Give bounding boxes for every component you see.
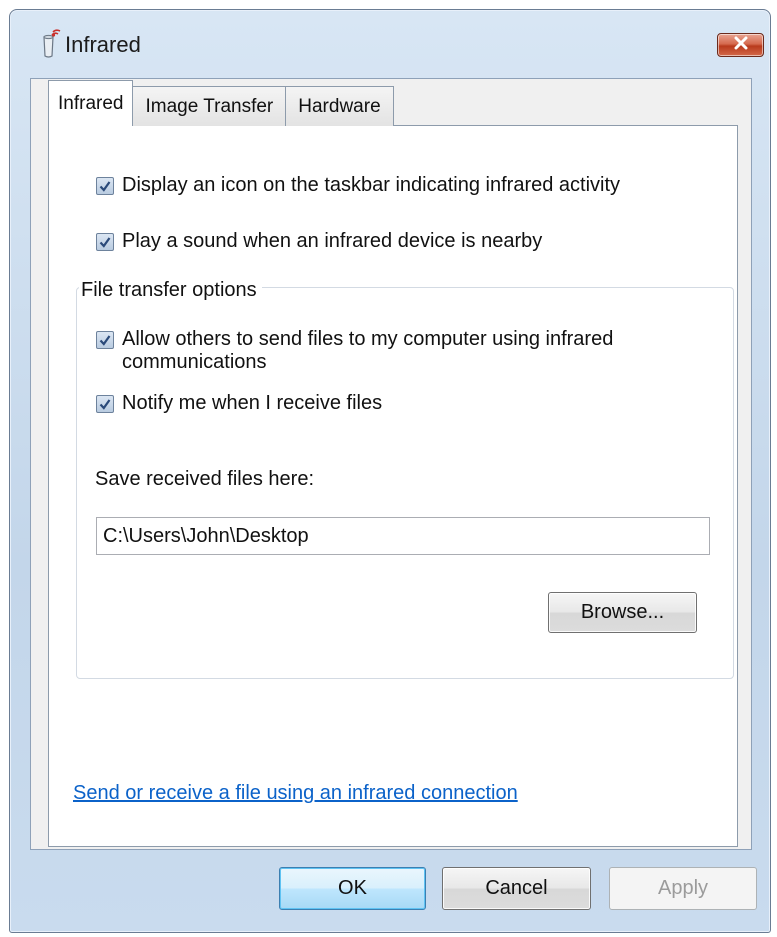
window-title: Infrared bbox=[65, 32, 141, 57]
cancel-button[interactable]: Cancel bbox=[442, 867, 591, 910]
taskbar-icon-label: Display an icon on the taskbar indicatin… bbox=[122, 174, 621, 196]
checkmark-icon bbox=[99, 237, 111, 248]
play-sound-label: Play a sound when an infrared device is … bbox=[122, 230, 543, 252]
title-bar[interactable]: Infrared bbox=[10, 10, 770, 80]
notify-option[interactable]: Notify me when I receive files bbox=[96, 392, 382, 415]
browse-button[interactable]: Browse... bbox=[548, 592, 697, 633]
file-transfer-legend: File transfer options bbox=[79, 279, 262, 301]
notify-label: Notify me when I receive files bbox=[122, 392, 383, 414]
close-icon bbox=[733, 36, 749, 55]
checkmark-icon bbox=[99, 181, 111, 192]
allow-send-label: Allow others to send files to my compute… bbox=[122, 328, 613, 374]
checkmark-icon bbox=[99, 335, 111, 346]
tab-infrared[interactable]: Infrared bbox=[48, 80, 134, 126]
tab-hardware[interactable]: Hardware bbox=[285, 86, 394, 126]
notify-checkbox[interactable] bbox=[96, 395, 114, 413]
send-receive-link[interactable]: Send or receive a file using an infrared… bbox=[73, 782, 518, 805]
taskbar-icon-option[interactable]: Display an icon on the taskbar indicatin… bbox=[96, 174, 620, 197]
checkmark-icon bbox=[99, 399, 111, 410]
tab-strip: Infrared Image Transfer Hardware bbox=[48, 80, 394, 126]
tab-image-transfer[interactable]: Image Transfer bbox=[132, 86, 287, 126]
save-path-input[interactable] bbox=[96, 517, 710, 555]
allow-send-label-line2: communications bbox=[122, 351, 267, 373]
save-location-label: Save received files here: bbox=[95, 468, 315, 490]
play-sound-option[interactable]: Play a sound when an infrared device is … bbox=[96, 230, 542, 253]
allow-send-option[interactable]: Allow others to send files to my compute… bbox=[96, 328, 613, 374]
allow-send-label-line1: Allow others to send files to my compute… bbox=[122, 328, 614, 350]
play-sound-checkbox[interactable] bbox=[96, 233, 114, 251]
apply-button[interactable]: Apply bbox=[609, 867, 757, 910]
ok-button[interactable]: OK bbox=[279, 867, 426, 910]
close-button[interactable] bbox=[717, 33, 764, 57]
allow-send-checkbox[interactable] bbox=[96, 331, 114, 349]
taskbar-icon-checkbox[interactable] bbox=[96, 177, 114, 195]
infrared-device-icon bbox=[39, 29, 61, 59]
